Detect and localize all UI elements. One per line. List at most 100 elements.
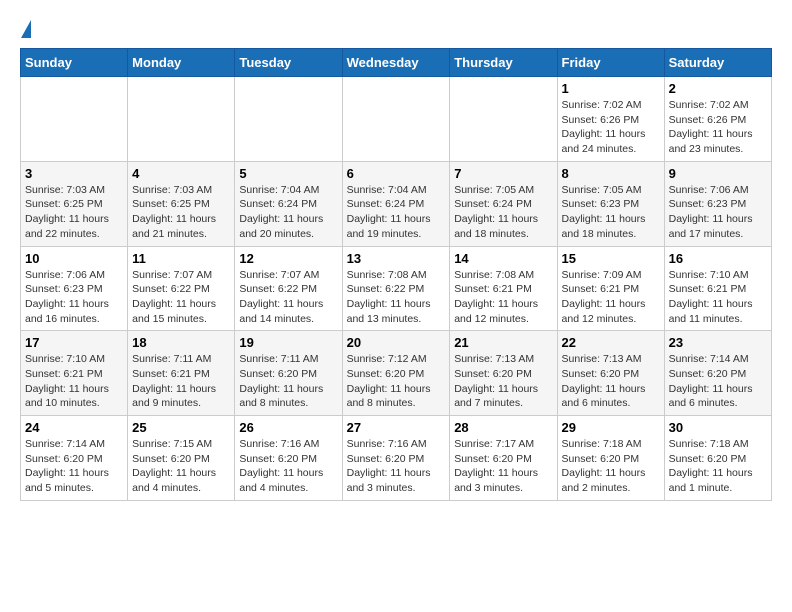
calendar-cell: 30 Sunrise: 7:18 AM Sunset: 6:20 PM Dayli…: [664, 416, 771, 501]
day-number: 10: [25, 251, 123, 266]
day-info: Sunrise: 7:14 AM Sunset: 6:20 PM Dayligh…: [25, 437, 123, 496]
day-number: 28: [454, 420, 552, 435]
day-info: Sunrise: 7:03 AM Sunset: 6:25 PM Dayligh…: [25, 183, 123, 242]
calendar-cell: 9 Sunrise: 7:06 AM Sunset: 6:23 PM Daylig…: [664, 161, 771, 246]
day-number: 29: [562, 420, 660, 435]
day-info: Sunrise: 7:12 AM Sunset: 6:20 PM Dayligh…: [347, 352, 446, 411]
day-info: Sunrise: 7:11 AM Sunset: 6:21 PM Dayligh…: [132, 352, 230, 411]
calendar-cell: 23 Sunrise: 7:14 AM Sunset: 6:20 PM Dayli…: [664, 331, 771, 416]
calendar-cell: 22 Sunrise: 7:13 AM Sunset: 6:20 PM Dayli…: [557, 331, 664, 416]
day-number: 24: [25, 420, 123, 435]
calendar-cell: 29 Sunrise: 7:18 AM Sunset: 6:20 PM Dayli…: [557, 416, 664, 501]
calendar-cell: 24 Sunrise: 7:14 AM Sunset: 6:20 PM Dayli…: [21, 416, 128, 501]
day-number: 15: [562, 251, 660, 266]
calendar-cell: 2 Sunrise: 7:02 AM Sunset: 6:26 PM Daylig…: [664, 77, 771, 162]
calendar-cell: 17 Sunrise: 7:10 AM Sunset: 6:21 PM Dayli…: [21, 331, 128, 416]
day-info: Sunrise: 7:18 AM Sunset: 6:20 PM Dayligh…: [562, 437, 660, 496]
calendar-cell: 12Sunrise: 7:07 AM Sunset: 6:22 PM Dayli…: [235, 246, 342, 331]
day-info: Sunrise: 7:10 AM Sunset: 6:21 PM Dayligh…: [25, 352, 123, 411]
day-info: Sunrise: 7:03 AM Sunset: 6:25 PM Dayligh…: [132, 183, 230, 242]
day-info: Sunrise: 7:13 AM Sunset: 6:20 PM Dayligh…: [454, 352, 552, 411]
weekday-header-friday: Friday: [557, 49, 664, 77]
calendar-cell: 7 Sunrise: 7:05 AM Sunset: 6:24 PM Daylig…: [450, 161, 557, 246]
weekday-header-saturday: Saturday: [664, 49, 771, 77]
calendar-cell: 15Sunrise: 7:09 AM Sunset: 6:21 PM Dayli…: [557, 246, 664, 331]
calendar-cell: [235, 77, 342, 162]
day-number: 22: [562, 335, 660, 350]
calendar-cell: 6 Sunrise: 7:04 AM Sunset: 6:24 PM Daylig…: [342, 161, 450, 246]
day-info: Sunrise: 7:08 AM Sunset: 6:21 PM Dayligh…: [454, 268, 552, 327]
day-number: 23: [669, 335, 767, 350]
day-info: Sunrise: 7:04 AM Sunset: 6:24 PM Dayligh…: [347, 183, 446, 242]
day-number: 11: [132, 251, 230, 266]
calendar-cell: 4 Sunrise: 7:03 AM Sunset: 6:25 PM Daylig…: [128, 161, 235, 246]
calendar-week-row: 24 Sunrise: 7:14 AM Sunset: 6:20 PM Dayli…: [21, 416, 772, 501]
day-info: Sunrise: 7:16 AM Sunset: 6:20 PM Dayligh…: [239, 437, 337, 496]
weekday-header-row: SundayMondayTuesdayWednesdayThursdayFrid…: [21, 49, 772, 77]
weekday-header-thursday: Thursday: [450, 49, 557, 77]
day-number: 25: [132, 420, 230, 435]
calendar-cell: 13 Sunrise: 7:08 AM Sunset: 6:22 PM Dayli…: [342, 246, 450, 331]
calendar-cell: 5 Sunrise: 7:04 AM Sunset: 6:24 PM Daylig…: [235, 161, 342, 246]
day-number: 9: [669, 166, 767, 181]
day-number: 13: [347, 251, 446, 266]
day-info: Sunrise: 7:16 AM Sunset: 6:20 PM Dayligh…: [347, 437, 446, 496]
page-header: [20, 20, 772, 38]
logo-triangle-icon: [21, 20, 31, 38]
day-number: 20: [347, 335, 446, 350]
day-info: Sunrise: 7:07 AM Sunset: 6:22 PM Dayligh…: [239, 268, 337, 327]
day-number: 30: [669, 420, 767, 435]
day-info: Sunrise: 7:07 AM Sunset: 6:22 PM Dayligh…: [132, 268, 230, 327]
day-number: 27: [347, 420, 446, 435]
day-number: 1: [562, 81, 660, 96]
day-number: 2: [669, 81, 767, 96]
day-number: 19: [239, 335, 337, 350]
calendar-cell: 16 Sunrise: 7:10 AM Sunset: 6:21 PM Dayli…: [664, 246, 771, 331]
day-number: 26: [239, 420, 337, 435]
day-number: 16: [669, 251, 767, 266]
calendar-cell: [342, 77, 450, 162]
calendar-week-row: 1 Sunrise: 7:02 AM Sunset: 6:26 PM Daylig…: [21, 77, 772, 162]
day-info: Sunrise: 7:04 AM Sunset: 6:24 PM Dayligh…: [239, 183, 337, 242]
weekday-header-tuesday: Tuesday: [235, 49, 342, 77]
day-info: Sunrise: 7:06 AM Sunset: 6:23 PM Dayligh…: [669, 183, 767, 242]
calendar-cell: [450, 77, 557, 162]
calendar-cell: 20 Sunrise: 7:12 AM Sunset: 6:20 PM Dayli…: [342, 331, 450, 416]
day-info: Sunrise: 7:08 AM Sunset: 6:22 PM Dayligh…: [347, 268, 446, 327]
calendar-cell: 8 Sunrise: 7:05 AM Sunset: 6:23 PM Daylig…: [557, 161, 664, 246]
calendar-week-row: 10 Sunrise: 7:06 AM Sunset: 6:23 PM Dayli…: [21, 246, 772, 331]
day-info: Sunrise: 7:10 AM Sunset: 6:21 PM Dayligh…: [669, 268, 767, 327]
calendar-cell: [21, 77, 128, 162]
calendar-cell: 21 Sunrise: 7:13 AM Sunset: 6:20 PM Dayli…: [450, 331, 557, 416]
day-info: Sunrise: 7:05 AM Sunset: 6:24 PM Dayligh…: [454, 183, 552, 242]
day-info: Sunrise: 7:14 AM Sunset: 6:20 PM Dayligh…: [669, 352, 767, 411]
day-number: 4: [132, 166, 230, 181]
day-info: Sunrise: 7:02 AM Sunset: 6:26 PM Dayligh…: [562, 98, 660, 157]
day-number: 8: [562, 166, 660, 181]
weekday-header-monday: Monday: [128, 49, 235, 77]
calendar-cell: 27 Sunrise: 7:16 AM Sunset: 6:20 PM Dayli…: [342, 416, 450, 501]
day-number: 5: [239, 166, 337, 181]
day-number: 7: [454, 166, 552, 181]
day-info: Sunrise: 7:06 AM Sunset: 6:23 PM Dayligh…: [25, 268, 123, 327]
calendar-cell: 14 Sunrise: 7:08 AM Sunset: 6:21 PM Dayli…: [450, 246, 557, 331]
calendar-cell: 11 Sunrise: 7:07 AM Sunset: 6:22 PM Dayli…: [128, 246, 235, 331]
day-info: Sunrise: 7:18 AM Sunset: 6:20 PM Dayligh…: [669, 437, 767, 496]
calendar-table: SundayMondayTuesdayWednesdayThursdayFrid…: [20, 48, 772, 501]
calendar-cell: 28 Sunrise: 7:17 AM Sunset: 6:20 PM Dayli…: [450, 416, 557, 501]
calendar-week-row: 3Sunrise: 7:03 AM Sunset: 6:25 PM Daylig…: [21, 161, 772, 246]
calendar-cell: 10 Sunrise: 7:06 AM Sunset: 6:23 PM Dayli…: [21, 246, 128, 331]
day-info: Sunrise: 7:02 AM Sunset: 6:26 PM Dayligh…: [669, 98, 767, 157]
logo: [20, 20, 31, 38]
calendar-cell: 19Sunrise: 7:11 AM Sunset: 6:20 PM Dayli…: [235, 331, 342, 416]
weekday-header-sunday: Sunday: [21, 49, 128, 77]
day-number: 14: [454, 251, 552, 266]
day-number: 21: [454, 335, 552, 350]
calendar-cell: 3Sunrise: 7:03 AM Sunset: 6:25 PM Daylig…: [21, 161, 128, 246]
day-info: Sunrise: 7:13 AM Sunset: 6:20 PM Dayligh…: [562, 352, 660, 411]
day-info: Sunrise: 7:17 AM Sunset: 6:20 PM Dayligh…: [454, 437, 552, 496]
calendar-cell: 18Sunrise: 7:11 AM Sunset: 6:21 PM Dayli…: [128, 331, 235, 416]
day-number: 6: [347, 166, 446, 181]
day-info: Sunrise: 7:05 AM Sunset: 6:23 PM Dayligh…: [562, 183, 660, 242]
day-number: 17: [25, 335, 123, 350]
